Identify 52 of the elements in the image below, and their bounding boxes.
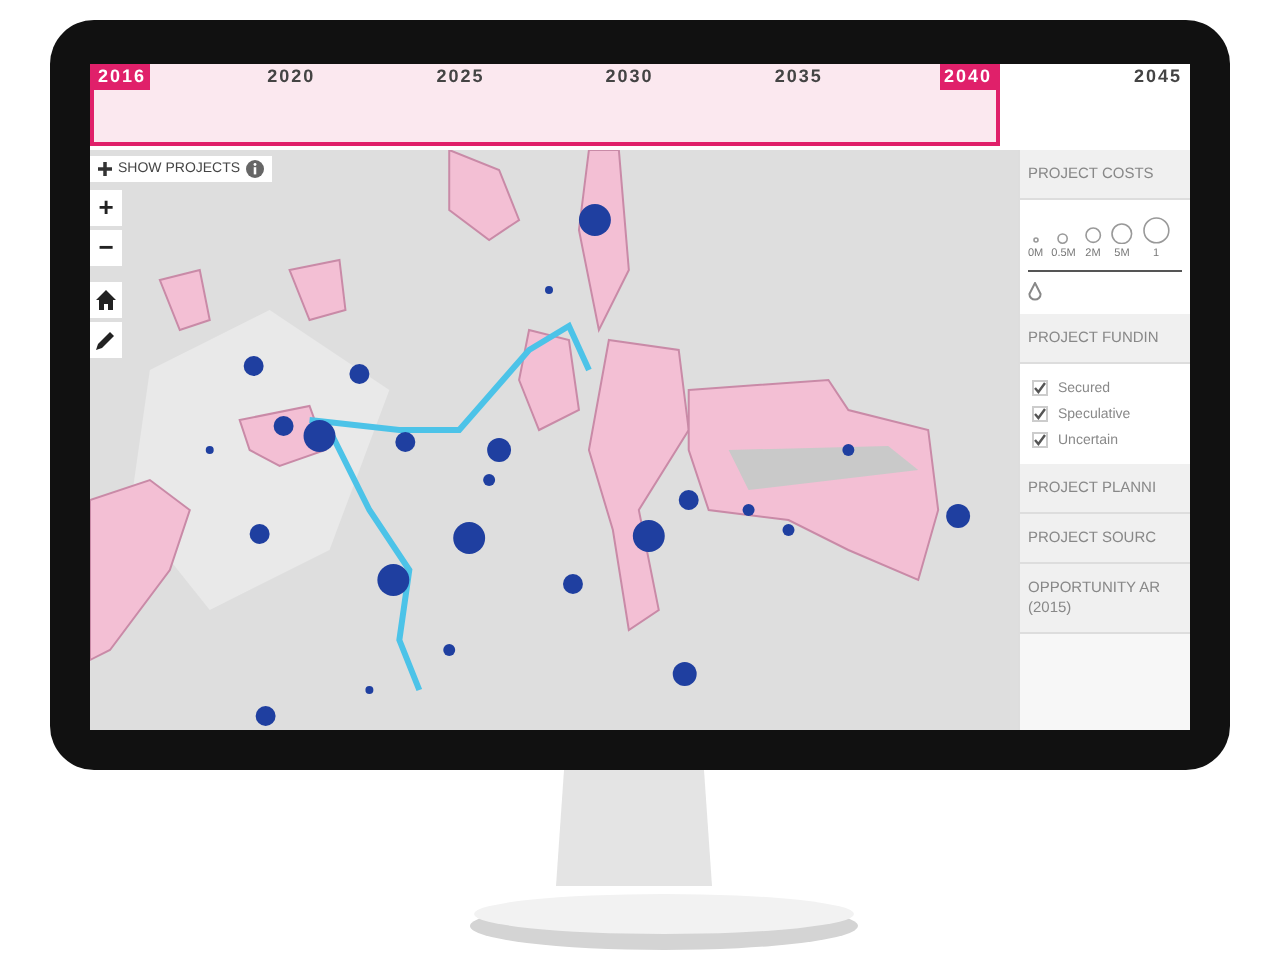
- project-dot[interactable]: [842, 444, 855, 456]
- edit-button[interactable]: [90, 322, 122, 358]
- project-dot[interactable]: [453, 522, 486, 554]
- project-dot[interactable]: [545, 286, 553, 294]
- project-dot[interactable]: [487, 438, 512, 462]
- project-dot[interactable]: [632, 520, 665, 552]
- zone-area: [288, 258, 347, 322]
- project-dot[interactable]: [395, 432, 416, 452]
- timeline-year[interactable]: 2016: [94, 64, 151, 90]
- size-circle-icon: [1056, 231, 1071, 245]
- timeline-year[interactable]: 2030: [601, 64, 658, 90]
- size-circle-icon: [1110, 221, 1134, 245]
- checkbox[interactable]: [1032, 406, 1048, 423]
- size-circle-icon: [1141, 216, 1171, 245]
- project-dot[interactable]: [249, 524, 270, 544]
- project-dot[interactable]: [742, 504, 755, 516]
- timeline-year[interactable]: 2025: [432, 64, 489, 90]
- timeline-year[interactable]: 2035: [770, 64, 827, 90]
- project-dot[interactable]: [243, 356, 264, 376]
- project-dot[interactable]: [303, 420, 336, 452]
- zone-area: [158, 268, 211, 332]
- zone-area: [448, 150, 521, 242]
- project-dot[interactable]: [349, 364, 370, 384]
- project-dot[interactable]: [483, 474, 496, 486]
- timeline-year[interactable]: 2040: [939, 64, 996, 90]
- home-button[interactable]: [90, 282, 122, 318]
- zoom-out-button[interactable]: −: [90, 230, 122, 266]
- project-dot[interactable]: [273, 416, 294, 436]
- project-dot[interactable]: [205, 446, 214, 454]
- checkbox[interactable]: [1032, 380, 1048, 397]
- project-dot[interactable]: [946, 504, 971, 528]
- project-dot[interactable]: [672, 662, 697, 686]
- project-dot[interactable]: [443, 644, 456, 656]
- project-dot[interactable]: [255, 706, 276, 726]
- timeline-year[interactable]: 2045: [1129, 64, 1186, 90]
- pencil-icon: [96, 330, 116, 350]
- home-icon: [96, 290, 116, 310]
- timeline-range[interactable]: 2016 2020 2025 2030 2035 2040: [90, 64, 1000, 146]
- size-circle-icon: [1083, 226, 1103, 245]
- zoom-in-button[interactable]: +: [90, 190, 122, 226]
- size-circle-icon: [1031, 236, 1040, 245]
- plus-icon: [98, 162, 112, 176]
- project-dot[interactable]: [578, 204, 611, 236]
- project-dot[interactable]: [377, 564, 410, 596]
- timeline-year[interactable]: 2020: [263, 64, 320, 90]
- project-dot[interactable]: [678, 490, 699, 510]
- checkbox[interactable]: [1032, 432, 1048, 449]
- info-icon: [246, 160, 265, 178]
- project-dot[interactable]: [563, 574, 583, 594]
- project-dot[interactable]: [365, 686, 374, 694]
- project-dot[interactable]: [782, 524, 795, 536]
- drop-icon: [1028, 282, 1042, 303]
